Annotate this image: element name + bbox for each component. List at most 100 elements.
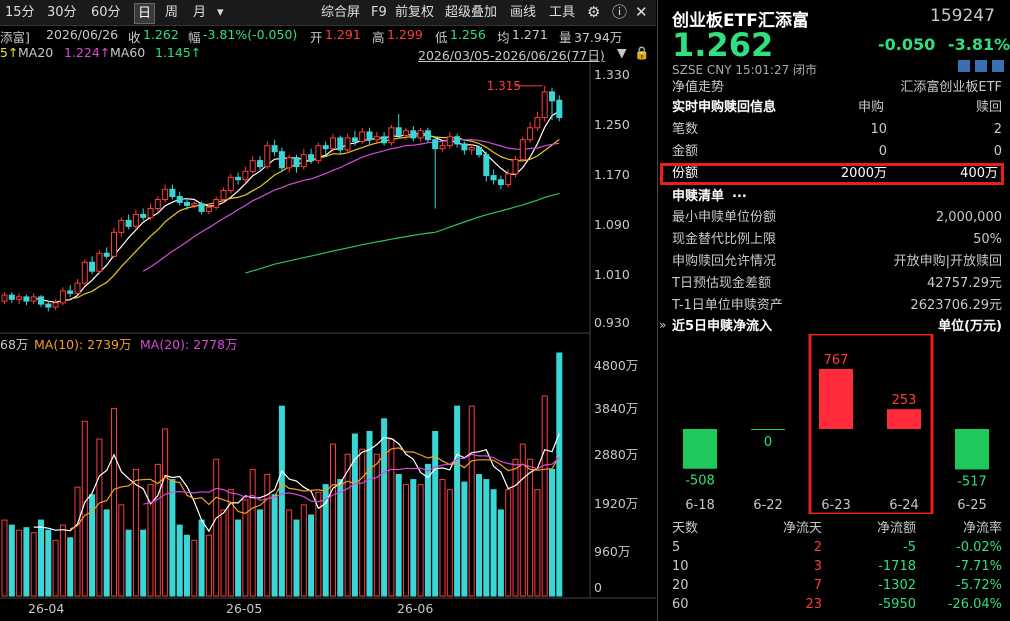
candle-body bbox=[169, 188, 176, 197]
volume-bar bbox=[293, 519, 300, 597]
volume-bar bbox=[300, 504, 307, 597]
volume-bar bbox=[541, 395, 548, 597]
volume-bar bbox=[417, 484, 424, 597]
volume-bar bbox=[118, 504, 125, 597]
volume-bar bbox=[103, 509, 110, 597]
candle-body bbox=[81, 261, 88, 284]
period-15min-tab[interactable]: 15分 bbox=[2, 3, 38, 22]
period-day-tab[interactable]: 日 bbox=[134, 3, 156, 24]
close-icon[interactable]: ✕ bbox=[632, 3, 651, 22]
count-subscribe: 10 bbox=[870, 122, 887, 137]
volume-bar bbox=[308, 514, 315, 597]
flow-value-label: -508 bbox=[685, 474, 715, 489]
price-change: -0.050 bbox=[878, 35, 936, 54]
candle-body bbox=[417, 130, 424, 139]
list-title: 申赎清单 bbox=[672, 189, 725, 204]
volume-bar bbox=[242, 499, 249, 597]
flow-bar bbox=[887, 409, 921, 429]
stats-days: 60 bbox=[672, 597, 689, 612]
volume-bar bbox=[497, 509, 504, 597]
volume-bar bbox=[184, 534, 190, 597]
candle-body bbox=[395, 127, 402, 137]
candle-body bbox=[344, 137, 351, 151]
volume-bar bbox=[330, 443, 336, 597]
amount-redeem: 0 bbox=[993, 144, 1002, 159]
window-icon[interactable] bbox=[975, 60, 987, 72]
date-range[interactable]: 2026/03/05-2026/06/26(77日) bbox=[418, 45, 605, 64]
count-redeem: 2 bbox=[993, 122, 1002, 137]
date-tick: 26-06 bbox=[397, 601, 434, 616]
net-inflow-chart: -508 6-18 0 6-22 767 6-23 253 6-24 -517 6-25 bbox=[683, 334, 989, 514]
list-row-label: 现金替代比例上限 bbox=[672, 232, 777, 247]
vol-ma10: MA(10): 2739万 bbox=[34, 337, 132, 352]
tools-button[interactable]: 工具 bbox=[546, 3, 578, 22]
peak-label: 1.315 bbox=[487, 79, 521, 93]
lock-icon[interactable]: 🔒 bbox=[634, 45, 650, 61]
price-tick: 1.250 bbox=[594, 117, 630, 132]
volume-bar bbox=[388, 438, 395, 597]
candle-body bbox=[89, 261, 96, 272]
period-more-dropdown[interactable]: ▾ bbox=[214, 3, 227, 22]
amount-subscribe: 0 bbox=[878, 144, 887, 159]
ma60-value: 1.145↑ bbox=[155, 45, 202, 60]
f9-button[interactable]: F9 bbox=[368, 3, 390, 22]
volume-bar bbox=[461, 481, 468, 597]
candle-body bbox=[191, 203, 198, 206]
range-dropdown-icon[interactable]: ▼ bbox=[617, 45, 627, 60]
candle-body bbox=[534, 117, 541, 129]
nav-trend-row[interactable]: 净值走势 汇添富创业板ETF bbox=[672, 77, 1002, 99]
shares-row: 份额 2000万 400万 bbox=[672, 163, 1002, 185]
vol-tick: 1920万 bbox=[594, 496, 639, 511]
volume-bar bbox=[454, 405, 461, 597]
ma20-label: MA20 bbox=[18, 45, 54, 60]
flow-date-label: 6-24 bbox=[889, 498, 919, 513]
overview-button[interactable]: 综合屏 bbox=[318, 3, 363, 22]
list-more[interactable]: ... bbox=[732, 183, 747, 205]
volume-bar bbox=[395, 474, 402, 597]
period-30min-tab[interactable]: 30分 bbox=[44, 3, 80, 22]
list-row-label: 最小申赎单位份额 bbox=[672, 210, 777, 225]
volume-bar bbox=[512, 458, 519, 597]
collapse-arrow-icon[interactable]: » bbox=[659, 318, 666, 332]
candle-body bbox=[512, 158, 519, 175]
flow-value-label: 767 bbox=[824, 353, 849, 368]
volume-legend-line: 68万 MA(10): 2739万 MA(20): 2778万 bbox=[0, 333, 656, 352]
period-week-tab[interactable]: 周 bbox=[162, 3, 181, 22]
stats-rate: -26.04% bbox=[947, 597, 1002, 612]
flow-bar bbox=[683, 429, 717, 469]
volume-bar bbox=[16, 529, 23, 597]
price-change-pct: -3.81% bbox=[948, 35, 1010, 54]
list-row-label: T-1日单位申赎资产 bbox=[672, 298, 783, 313]
list-row-label: T日预估现金差额 bbox=[672, 276, 771, 291]
change-label: 幅 bbox=[188, 30, 201, 45]
close-value: 1.262 bbox=[143, 27, 179, 42]
list-row-value: 2,000,000 bbox=[935, 210, 1002, 225]
period-month-tab[interactable]: 月 bbox=[190, 3, 209, 22]
candle-body bbox=[468, 146, 475, 151]
settings-icon[interactable] bbox=[992, 60, 1004, 72]
candle-body bbox=[205, 206, 212, 212]
draw-button[interactable]: 画线 bbox=[507, 3, 539, 22]
list-row: 现金替代比例上限 50% bbox=[672, 229, 1002, 251]
volume-bar bbox=[45, 529, 52, 597]
overlay-button[interactable]: 超级叠加 bbox=[442, 3, 500, 22]
sub-red-header: 实时申购赎回信息 申购 赎回 bbox=[672, 97, 1002, 119]
help-icon[interactable]: ⓘ bbox=[609, 3, 630, 22]
peak-marker: 1.315 bbox=[487, 79, 543, 93]
candle-body bbox=[388, 127, 395, 144]
adjust-button[interactable]: 前复权 bbox=[392, 3, 437, 22]
gear-icon[interactable]: ⚙ bbox=[584, 3, 603, 22]
candle-body bbox=[403, 130, 409, 137]
low-value: 1.256 bbox=[450, 27, 486, 42]
volume-bar bbox=[67, 537, 74, 597]
volume-bar bbox=[23, 527, 30, 597]
ma-legend-line: 5↑ MA20 1.224↑ MA60 1.145↑ 2026/03/05-20… bbox=[0, 45, 656, 63]
col-subscribe: 申购 bbox=[858, 100, 885, 115]
flow-bar bbox=[819, 369, 853, 429]
list-row: T日预估现金差额 42757.29元 bbox=[672, 273, 1002, 295]
stats-row: 60 23 -5950 -26.04% bbox=[672, 594, 1002, 616]
edit-icon[interactable] bbox=[958, 60, 970, 72]
flow-date-label: 6-18 bbox=[685, 498, 715, 513]
period-60min-tab[interactable]: 60分 bbox=[88, 3, 124, 22]
candle-body bbox=[96, 252, 103, 272]
